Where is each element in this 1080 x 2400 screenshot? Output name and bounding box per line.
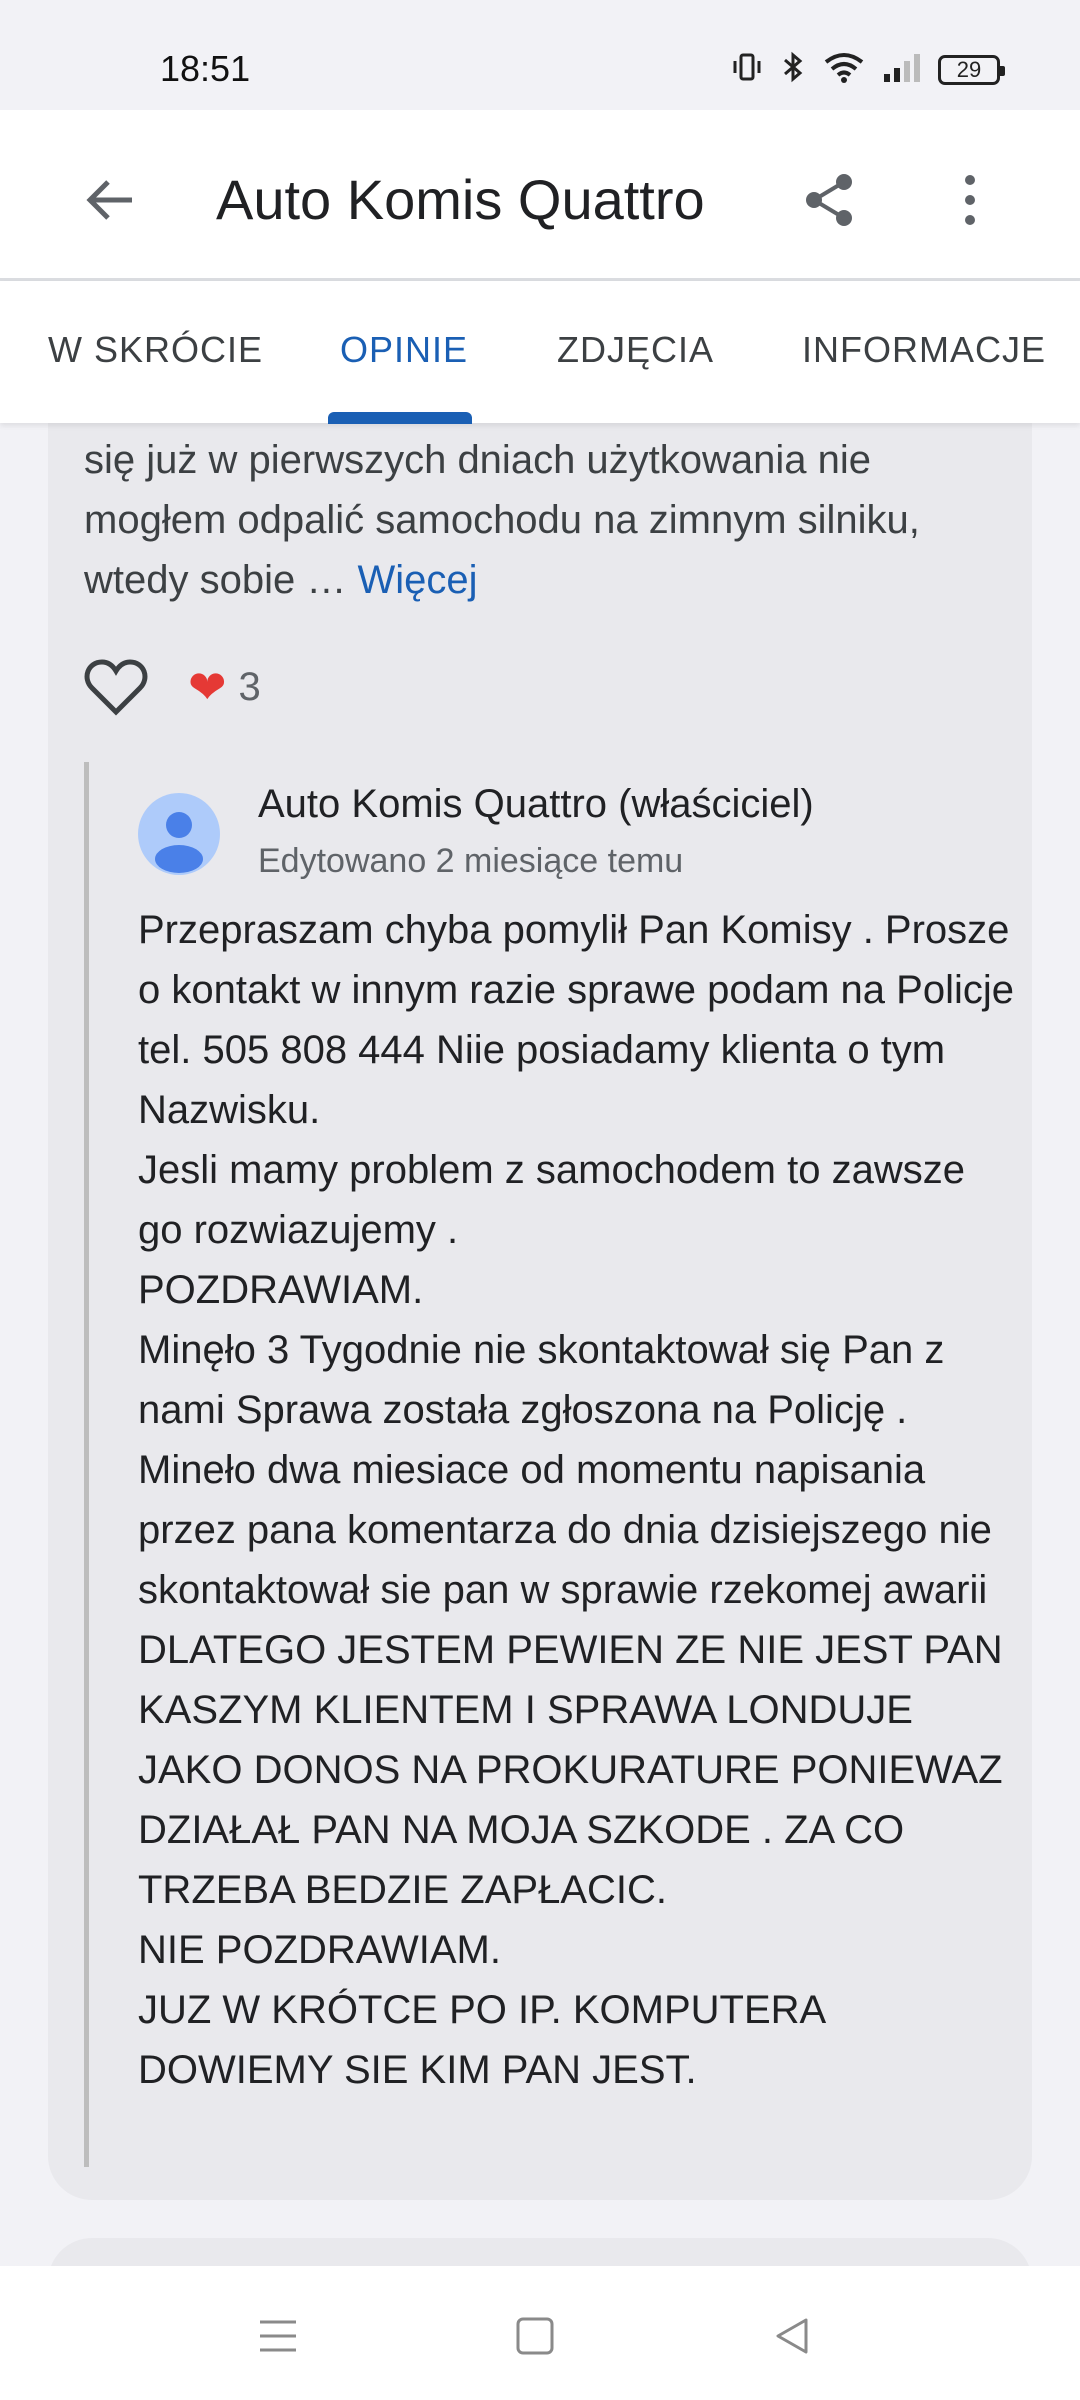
reply-indent-bar xyxy=(84,762,89,2167)
more-options-button[interactable] xyxy=(930,160,1010,240)
wifi-icon xyxy=(822,50,866,89)
home-nav-button[interactable] xyxy=(505,2306,565,2366)
reaction-summary[interactable]: ❤ 3 xyxy=(188,660,261,714)
edited-timestamp: Edytowano 2 miesiące temu xyxy=(258,842,684,880)
like-button[interactable] xyxy=(84,655,148,719)
reply-line: Jesli mamy problem z samochodem to zawsz… xyxy=(138,1148,965,1252)
more-vert-icon xyxy=(965,175,975,225)
reply-line: Minęło 3 Tygodnie nie skontaktował się P… xyxy=(138,1328,992,1612)
reply-line: POZDRAWIAM. xyxy=(138,1268,424,1312)
heart-outline-icon xyxy=(84,659,148,716)
tab-reviews[interactable]: OPINIE xyxy=(340,329,468,371)
tab-photos[interactable]: ZDJĘCIA xyxy=(557,329,714,371)
title-bar: Auto Komis Quattro xyxy=(0,110,1080,280)
page-title: Auto Komis Quattro xyxy=(216,168,705,231)
active-tab-indicator xyxy=(328,412,472,424)
reply-line: DLATEGO JESTEM PEWIEN ZE NIE JEST PAN KA… xyxy=(138,1628,1003,1912)
reply-line: JUZ W KRÓTCE PO IP. KOMPUTERA DOWIEMY SI… xyxy=(138,1988,825,2092)
tab-bar: W SKRÓCIE OPINIE ZDJĘCIA INFORMACJE xyxy=(0,281,1080,424)
owner-avatar xyxy=(138,793,220,875)
tab-info[interactable]: INFORMACJE xyxy=(802,329,1046,371)
owner-name: Auto Komis Quattro (właściciel) xyxy=(258,782,814,826)
bluetooth-icon xyxy=(780,50,806,89)
more-link[interactable]: Więcej xyxy=(357,558,477,602)
share-button[interactable] xyxy=(790,160,870,240)
status-icons: 29 xyxy=(730,50,1005,89)
menu-nav-button[interactable] xyxy=(248,2306,308,2366)
owner-reply-text: Przepraszam chyba pomylił Pan Komisy . P… xyxy=(138,900,1018,2100)
back-arrow-icon xyxy=(86,180,132,220)
red-heart-icon: ❤ xyxy=(188,661,227,713)
review-body: się już w pierwszych dniach użytkowania … xyxy=(84,438,920,602)
battery-icon: 29 xyxy=(938,54,1005,85)
reaction-count: 3 xyxy=(238,664,261,709)
reply-line: NIE POZDRAWIAM. xyxy=(138,1928,501,1972)
back-button[interactable] xyxy=(70,160,150,240)
back-triangle-icon xyxy=(776,2318,808,2354)
back-nav-button[interactable] xyxy=(762,2306,822,2366)
review-text: się już w pierwszych dniach użytkowania … xyxy=(84,430,1004,610)
vibrate-icon xyxy=(730,50,764,89)
signal-icon xyxy=(882,50,922,89)
share-icon xyxy=(806,174,852,226)
menu-icon xyxy=(260,2320,296,2352)
reaction-row: ❤ 3 xyxy=(84,655,261,719)
tab-overview[interactable]: W SKRÓCIE xyxy=(48,329,263,371)
home-square-icon xyxy=(516,2317,554,2355)
reply-line: Przepraszam chyba pomylił Pan Komisy . P… xyxy=(138,908,1014,1132)
status-time: 18:51 xyxy=(160,48,251,89)
system-nav-bar xyxy=(0,2266,1080,2400)
status-bar: 18:51 29 xyxy=(0,0,1080,110)
person-icon xyxy=(155,812,203,873)
